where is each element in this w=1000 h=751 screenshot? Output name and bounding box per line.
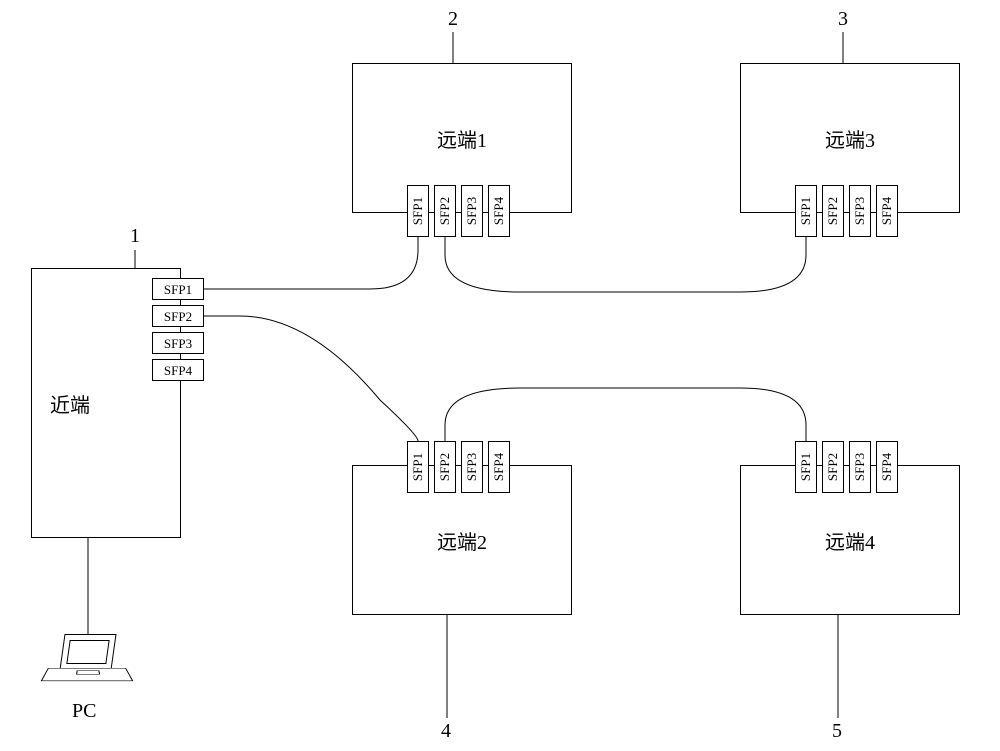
node-remote2-label: 远端2 [437,526,487,555]
node-remote1-label: 远端1 [437,124,487,153]
remote1-sfp1: SFP1 [407,185,429,237]
node-near-label: 近端 [50,389,90,418]
remote3-sfp3: SFP3 [849,185,871,237]
remote3-sfp2: SFP2 [822,185,844,237]
remote2-sfp1: SFP1 [407,441,429,493]
diagram-canvas: 2 3 1 4 5 近端 SFP1 SFP2 SFP3 SFP4 远端1 SFP… [0,0,1000,751]
pc-label: PC [72,700,96,723]
marker-4: 4 [441,720,451,743]
remote1-sfp2: SFP2 [434,185,456,237]
remote4-sfp4: SFP4 [876,441,898,493]
remote2-sfp2: SFP2 [434,441,456,493]
remote2-sfp4: SFP4 [488,441,510,493]
node-remote4-label: 远端4 [825,526,875,555]
near-sfp4: SFP4 [152,359,204,381]
near-sfp2: SFP2 [152,305,204,327]
remote2-sfp3: SFP3 [461,441,483,493]
marker-1: 1 [130,225,140,248]
marker-3: 3 [838,8,848,31]
node-remote3-label: 远端3 [825,124,875,153]
remote3-sfp1: SFP1 [795,185,817,237]
near-sfp1: SFP1 [152,278,204,300]
laptop-icon [48,634,128,694]
remote4-sfp1: SFP1 [795,441,817,493]
marker-5: 5 [832,720,842,743]
remote1-sfp3: SFP3 [461,185,483,237]
near-sfp3: SFP3 [152,332,204,354]
remote3-sfp4: SFP4 [876,185,898,237]
remote1-sfp4: SFP4 [488,185,510,237]
marker-2: 2 [448,8,458,31]
remote4-sfp2: SFP2 [822,441,844,493]
remote4-sfp3: SFP3 [849,441,871,493]
